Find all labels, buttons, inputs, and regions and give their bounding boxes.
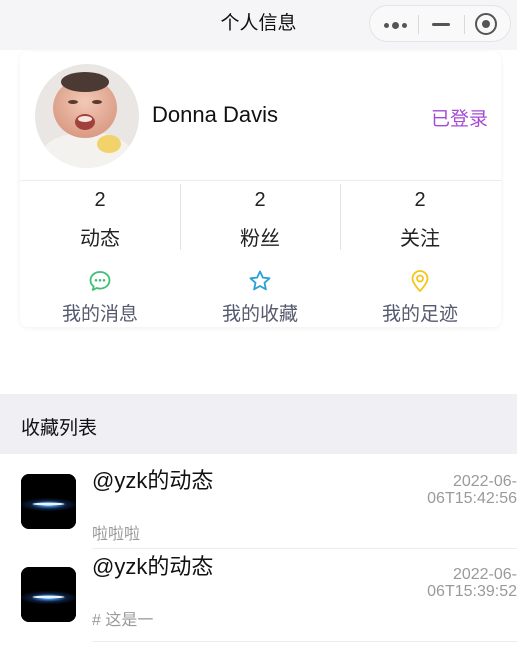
post-thumbnail	[21, 474, 76, 529]
list-item[interactable]: @yzk的动态 2022-06- 06T15:42:56 啦啦啦	[0, 455, 517, 549]
my-favorites-button[interactable]: 我的收藏	[180, 269, 340, 327]
post-desc: 啦啦啦	[92, 526, 141, 543]
username: Donna Davis	[152, 102, 278, 127]
capsule-divider	[418, 15, 419, 34]
list-divider	[92, 641, 517, 642]
stat-label: 关注	[400, 228, 440, 250]
location-pin-icon	[411, 270, 429, 292]
login-status-link[interactable]: 已登录	[431, 104, 488, 131]
post-time: 2022-06- 06T15:39:52	[427, 566, 517, 600]
my-messages-button[interactable]: 我的消息	[20, 269, 180, 327]
avatar[interactable]	[35, 64, 139, 168]
profile-card: Donna Davis 已登录 2 动态 2 粉丝 2 关注 我的消息 我的收藏	[20, 52, 501, 327]
message-bubble-icon	[89, 271, 111, 291]
post-title: @yzk的动态	[92, 468, 214, 493]
post-thumbnail	[21, 567, 76, 622]
stat-count: 2	[414, 189, 426, 211]
post-time: 2022-06- 06T15:42:56	[427, 473, 517, 507]
menu-capsule	[369, 5, 511, 42]
navigation-bar: 个人信息	[0, 0, 517, 50]
action-label: 我的消息	[61, 304, 138, 325]
action-label: 我的足迹	[381, 304, 458, 325]
action-label: 我的收藏	[221, 304, 298, 325]
stat-count: 2	[94, 189, 106, 211]
capsule-divider	[464, 15, 465, 34]
close-target-icon[interactable]	[475, 13, 497, 35]
section-title: 收藏列表	[21, 418, 98, 439]
card-divider	[20, 180, 501, 181]
post-desc: # 这是一	[92, 612, 154, 629]
post-title: @yzk的动态	[92, 554, 214, 579]
stat-label: 粉丝	[240, 228, 280, 250]
minimize-icon[interactable]	[432, 23, 450, 26]
my-footprints-button[interactable]: 我的足迹	[340, 269, 500, 327]
star-icon	[249, 270, 271, 291]
stat-count: 2	[254, 189, 266, 211]
list-item[interactable]: @yzk的动态 2022-06- 06T15:39:52 # 这是一	[0, 548, 517, 642]
favorites-section-header: 收藏列表	[0, 394, 517, 454]
more-dots-icon[interactable]	[384, 22, 410, 29]
stat-label: 动态	[80, 228, 120, 250]
